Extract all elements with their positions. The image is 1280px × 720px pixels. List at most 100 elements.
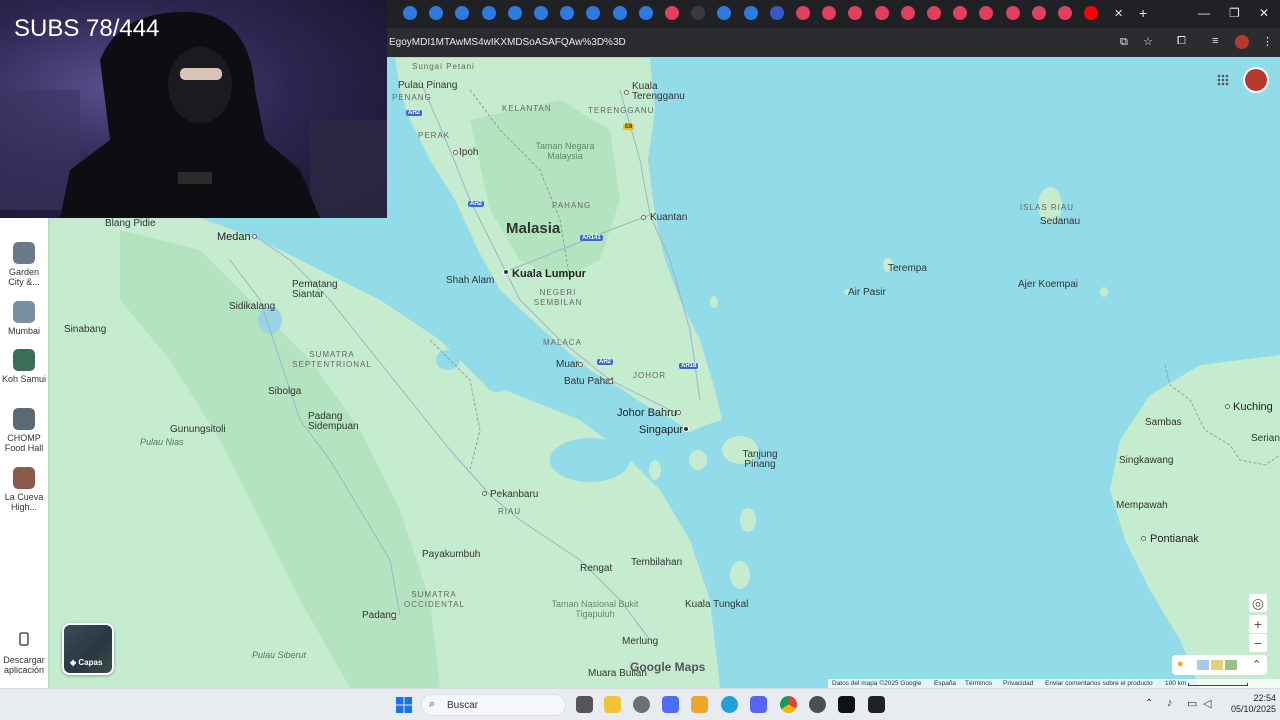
install-app-icon[interactable]: ⧉ <box>1120 36 1128 49</box>
recent-item[interactable]: Garden City &... <box>0 242 48 287</box>
capital-marker[interactable] <box>683 426 689 432</box>
tab-favicon[interactable] <box>1031 6 1046 20</box>
tab-favicon[interactable] <box>429 6 444 20</box>
tab-favicon[interactable] <box>507 6 522 20</box>
city-marker[interactable] <box>1225 404 1230 409</box>
city-marker[interactable] <box>252 234 257 239</box>
city-marker[interactable] <box>453 150 458 155</box>
city-marker[interactable] <box>578 362 583 367</box>
tab-favicon[interactable] <box>822 6 837 20</box>
imagery-thumb[interactable] <box>1225 660 1237 670</box>
phone-icon <box>19 632 29 646</box>
city-marker[interactable] <box>641 215 646 220</box>
app-icon[interactable] <box>809 696 826 713</box>
tab-favicon[interactable] <box>403 6 417 20</box>
profile-icon[interactable] <box>1235 35 1249 49</box>
pegman-icon[interactable]: ● <box>1177 658 1184 670</box>
capital-marker[interactable] <box>503 269 509 275</box>
network-icon[interactable]: ▭ <box>1187 697 1197 710</box>
city-marker[interactable] <box>676 410 681 415</box>
recent-item[interactable]: CHOMP Food Hall <box>0 408 48 453</box>
task-view-icon[interactable] <box>576 696 593 713</box>
recent-item[interactable]: La Cueva High... <box>0 467 48 512</box>
windows-start-icon[interactable] <box>396 697 412 713</box>
tab-favicon[interactable] <box>979 6 994 20</box>
close-window-icon[interactable]: ✕ <box>1259 6 1269 20</box>
tab-favicon[interactable] <box>455 6 470 20</box>
map-label: Air Pasir <box>848 287 886 298</box>
media-icon[interactable]: ≡ <box>1212 35 1218 47</box>
tab-favicon[interactable] <box>534 6 548 20</box>
recent-item[interactable]: Mumbai <box>0 301 48 336</box>
terms-link[interactable]: Términos <box>965 680 992 687</box>
tab-favicon[interactable] <box>560 6 575 20</box>
privacy-link[interactable]: Privacidad <box>1003 680 1033 687</box>
new-tab-icon[interactable]: + <box>1139 5 1147 21</box>
tab-favicon[interactable] <box>874 6 889 20</box>
menu-icon[interactable]: ⋮ <box>1262 35 1273 48</box>
country-link[interactable]: España <box>934 680 956 687</box>
city-marker[interactable] <box>482 491 487 496</box>
tab-favicon[interactable] <box>953 6 968 20</box>
volume-icon[interactable]: ◁ <box>1203 697 1211 710</box>
download-app-button[interactable]: Descargar aplicación <box>0 632 48 675</box>
close-tab-icon[interactable]: ✕ <box>1114 7 1123 20</box>
imagery-thumb[interactable] <box>1197 660 1209 670</box>
bookmark-star-icon[interactable]: ☆ <box>1143 35 1153 48</box>
tray-chevron-icon[interactable]: ⌃ <box>1145 698 1153 709</box>
address-bar[interactable]: EgoyMDI1MTAwMS4wIKXMDSoASAFQAw%3D%3D ⧉ ☆… <box>387 28 1280 57</box>
discord-icon[interactable] <box>750 696 767 713</box>
minimize-icon[interactable]: — <box>1198 6 1210 20</box>
city-marker[interactable] <box>391 613 396 618</box>
tab-favicon[interactable] <box>796 6 810 20</box>
zoom-out-button[interactable]: − <box>1249 634 1267 652</box>
recent-label: Mumbai <box>7 326 40 336</box>
capcut-icon[interactable] <box>868 696 885 713</box>
tab-favicon[interactable] <box>848 6 863 20</box>
maximize-icon[interactable]: ❐ <box>1229 6 1240 20</box>
chrome-icon[interactable] <box>780 696 797 713</box>
city-marker[interactable] <box>1141 536 1146 541</box>
system-clock[interactable]: 22:54 05/10/2025 <box>1222 693 1276 715</box>
account-avatar[interactable] <box>1243 67 1269 93</box>
tab-favicon[interactable] <box>612 6 627 20</box>
microphone-icon[interactable]: ♪ <box>1167 697 1173 709</box>
city-marker[interactable] <box>624 90 629 95</box>
layers-button[interactable]: ◈ Capas <box>62 623 114 675</box>
store-icon[interactable] <box>662 696 679 713</box>
expand-icon[interactable]: ⌃ <box>1252 658 1261 671</box>
imagery-thumb[interactable] <box>1211 660 1223 670</box>
obs-icon[interactable] <box>633 696 650 713</box>
zoom-in-button[interactable]: + <box>1249 615 1267 633</box>
tab-favicon[interactable] <box>638 6 653 20</box>
google-apps-icon[interactable] <box>1217 73 1229 91</box>
tab-favicon[interactable] <box>927 6 941 20</box>
app-icon[interactable] <box>691 696 708 713</box>
tab-favicon[interactable] <box>691 6 706 20</box>
tab-favicon[interactable] <box>1084 6 1099 20</box>
tab-favicon[interactable] <box>743 6 758 20</box>
file-explorer-icon[interactable] <box>604 696 621 713</box>
my-location-icon[interactable]: ◎ <box>1249 594 1267 612</box>
map-label: Pulau Siberut <box>252 650 307 660</box>
map-label: SUMATRA SEPTENTRIONAL <box>292 350 372 369</box>
taskbar-search[interactable]: ⌕ Buscar <box>421 694 566 716</box>
tab-favicon[interactable] <box>717 6 732 20</box>
place-thumbnail <box>13 408 35 430</box>
feedback-link[interactable]: Enviar comentarios sobre el producto <box>1045 680 1153 687</box>
tab-favicon[interactable] <box>481 6 496 20</box>
tab-favicon[interactable] <box>769 6 784 20</box>
edge-icon[interactable] <box>721 696 738 713</box>
city-marker[interactable] <box>608 379 613 384</box>
tab-favicon[interactable] <box>586 6 601 20</box>
recent-item[interactable]: Koh Samui <box>0 349 48 384</box>
tab-favicon[interactable] <box>900 6 915 20</box>
scale-label[interactable]: 100 km <box>1165 680 1186 687</box>
tab-favicon[interactable] <box>1058 6 1072 20</box>
tab-favicon[interactable] <box>665 6 679 20</box>
map-label: Kuala Lumpur <box>512 268 586 280</box>
tiktok-icon[interactable] <box>838 696 855 713</box>
road-shield: AH141 <box>580 235 603 241</box>
tab-favicon[interactable] <box>1005 6 1020 20</box>
extensions-icon[interactable]: ⧠ <box>1177 35 1186 48</box>
